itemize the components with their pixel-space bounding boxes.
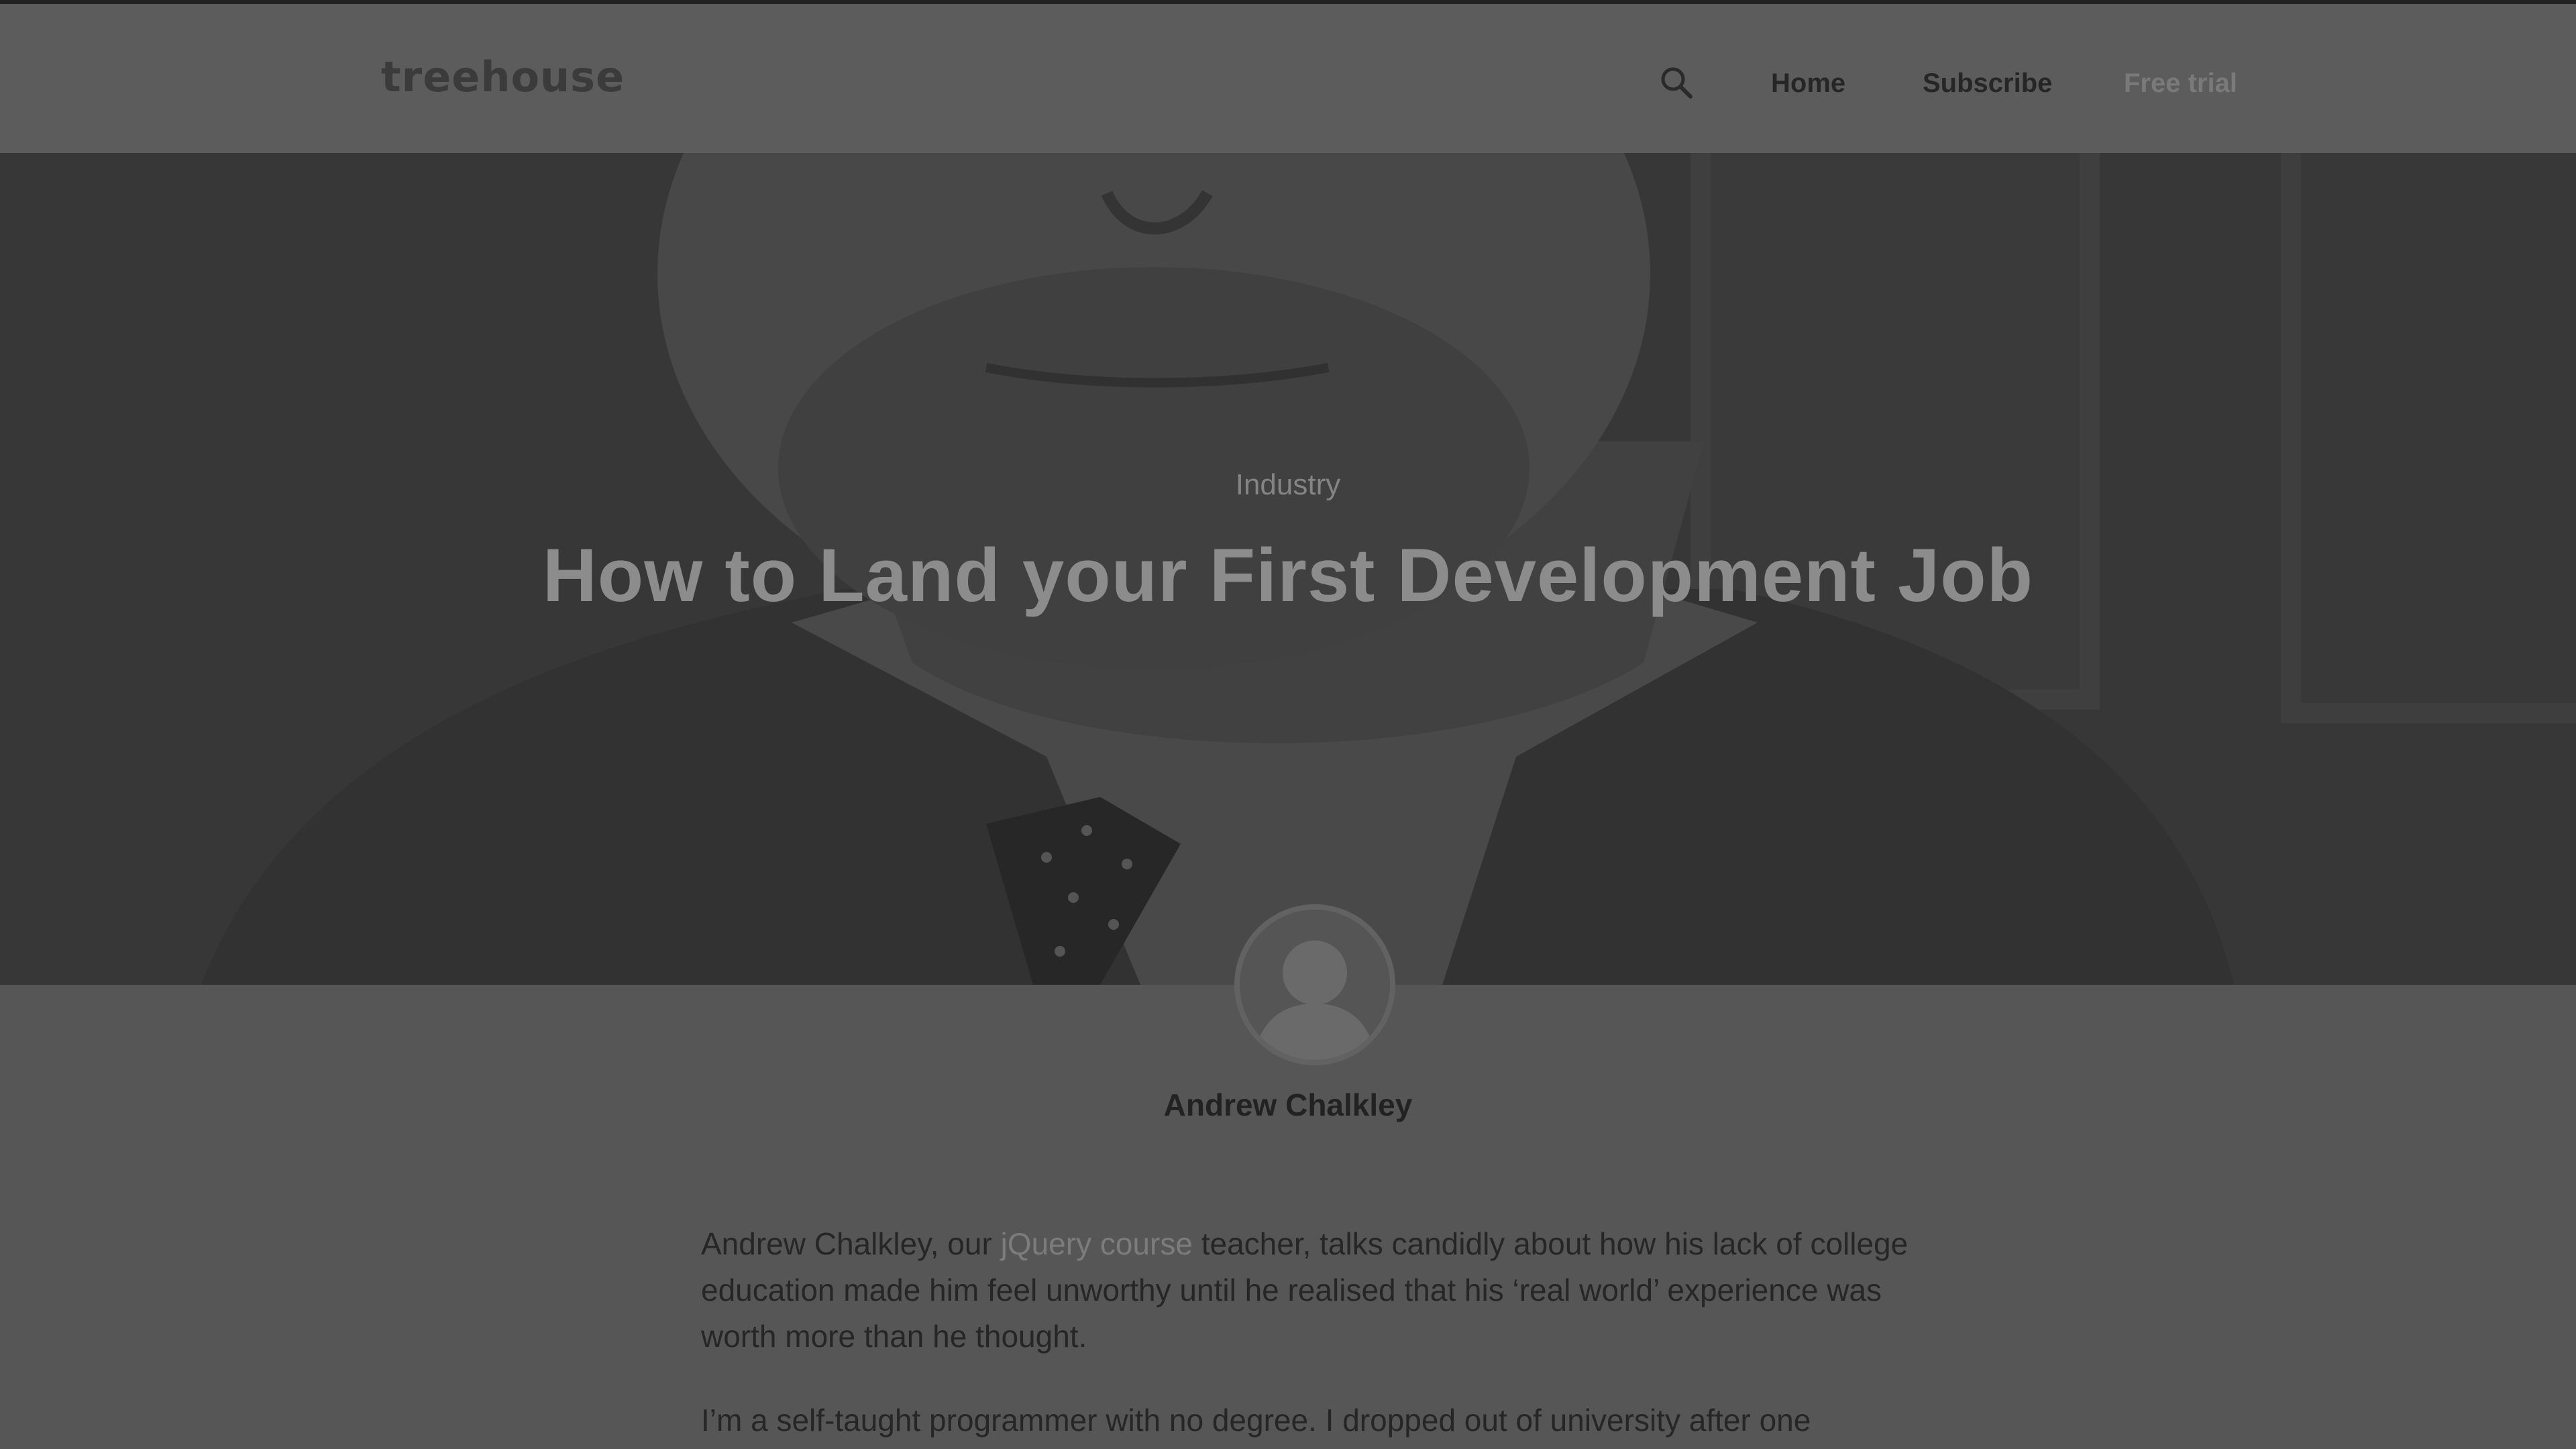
article-body: Andrew Chalkley, our jQuery course teach…: [701, 1221, 1949, 1449]
jquery-course-link[interactable]: jQuery course: [1001, 1226, 1193, 1261]
user-avatar-icon: [1253, 941, 1377, 1060]
article-category[interactable]: Industry: [0, 468, 2576, 502]
hero-banner: Industry How to Land your First Developm…: [0, 153, 2576, 985]
treehouse-logo[interactable]: treehouse: [381, 52, 625, 101]
search-button[interactable]: [1657, 63, 1697, 103]
nav-free-trial-link[interactable]: Free trial: [2124, 68, 2237, 99]
paragraph-text: Andrew Chalkley, our: [701, 1226, 1001, 1261]
page: treehouse Home Subscribe Free trial Indu…: [0, 0, 2576, 1449]
site-header: treehouse Home Subscribe Free trial: [0, 4, 2576, 153]
search-icon: [1661, 67, 1693, 99]
article-title: How to Land your First Development Job: [542, 533, 2034, 617]
author-avatar[interactable]: [1234, 904, 1395, 1065]
nav-home-link[interactable]: Home: [1771, 68, 1845, 99]
nav-subscribe-link[interactable]: Subscribe: [1923, 68, 2052, 99]
article-paragraph: I’m a self-taught programmer with no deg…: [701, 1403, 1811, 1438]
author-name[interactable]: Andrew Chalkley: [0, 1087, 2576, 1123]
article-paragraph: Andrew Chalkley, our jQuery course teach…: [701, 1221, 1949, 1360]
